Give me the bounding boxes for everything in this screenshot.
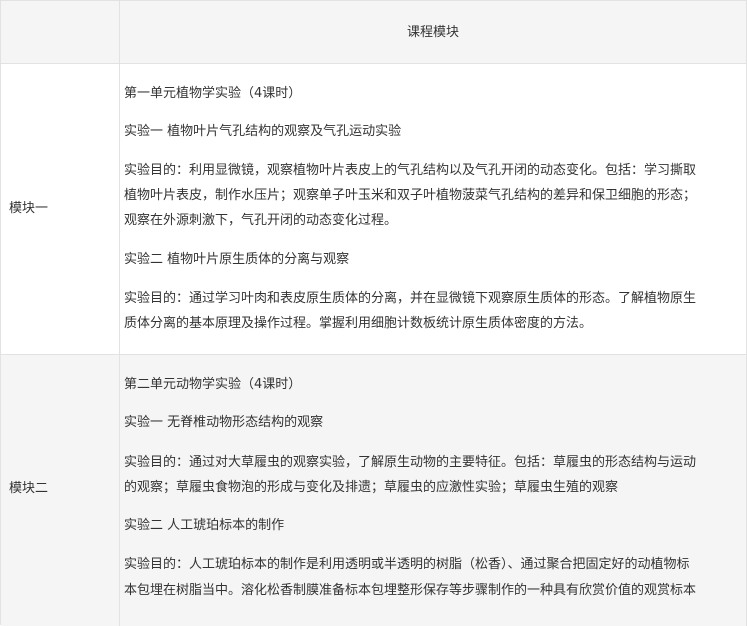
m1-experiment-1-title: 实验一 植物叶片气孔结构的观察及气孔运动实验 — [124, 124, 402, 139]
module-2-label-cell: 模块二 — [1, 355, 120, 626]
header-left-cell — [1, 1, 120, 63]
m2-experiment-1-purpose-line-1: 实验目的：通过对大草履虫的观察实验，了解原生动物的主要特征。包括：草履虫的形态结… — [124, 455, 697, 470]
unit-2-title: 第二单元动物学实验（4课时） — [124, 377, 302, 392]
m1-experiment-1-purpose-line-1: 实验目的：利用显微镜，观察植物叶片表皮上的气孔结构以及气孔开闭的动态变化。包括：… — [124, 163, 697, 178]
m2-experiment-1-purpose-line-2: 的观察；草履虫食物泡的形成与变化及排遗；草履虫的应激性实验；草履虫生殖的观察 — [124, 480, 619, 495]
m1-experiment-1-purpose-line-2: 植物叶片表皮，制作水压片；观察单子叶玉米和双子叶植物菠菜气孔结构的差异和保卫细胞… — [124, 188, 697, 203]
table-row-module-1: 模块一 第一单元植物学实验（4课时） 实验一 植物叶片气孔结构的观察及气孔运动实… — [1, 64, 747, 355]
m1-experiment-2-purpose-line-1: 实验目的：通过学习叶肉和表皮原生质体的分离，并在显微镜下观察原生质体的形态。了解… — [124, 291, 697, 306]
course-table: 课程模块 模块一 第一单元植物学实验（4课时） 实验一 植物叶片气孔结构的观察及… — [0, 0, 747, 626]
header-course-module: 课程模块 — [406, 25, 459, 40]
m1-experiment-2-title: 实验二 植物叶片原生质体的分离与观察 — [124, 252, 350, 267]
m2-experiment-2-title: 实验二 人工琥珀标本的制作 — [124, 518, 285, 533]
table-header-row: 课程模块 — [1, 1, 747, 64]
module-1-label: 模块一 — [9, 201, 49, 216]
table-row-module-2: 模块二 第二单元动物学实验（4课时） 实验一 无脊椎动物形态结构的观察 实验目的… — [1, 355, 747, 626]
m1-experiment-1-purpose-line-3: 观察在外源刺激下，气孔开闭的动态变化过程。 — [124, 213, 398, 228]
m2-experiment-2-purpose-line-1: 实验目的：人工琥珀标本的制作是利用透明或半透明的树脂（松香）、通过聚合把固定好的… — [124, 557, 690, 572]
m2-experiment-2-purpose-line-2: 本包埋在树脂当中。溶化松香制膜准备标本包埋整形保存等步骤制作的一种具有欣赏价值的… — [124, 583, 697, 598]
module-2-label: 模块二 — [9, 481, 49, 496]
header-right-cell: 课程模块 — [120, 1, 747, 63]
module-1-label-cell: 模块一 — [1, 64, 120, 354]
module-1-content-cell: 第一单元植物学实验（4课时） 实验一 植物叶片气孔结构的观察及气孔运动实验 实验… — [120, 64, 747, 354]
m2-experiment-1-title: 实验一 无脊椎动物形态结构的观察 — [124, 415, 324, 430]
m1-experiment-2-purpose-line-2: 质体分离的基本原理及操作过程。掌握利用细胞计数板统计原生质体密度的方法。 — [124, 316, 593, 331]
unit-1-title: 第一单元植物学实验（4课时） — [124, 86, 302, 101]
module-2-content-cell: 第二单元动物学实验（4课时） 实验一 无脊椎动物形态结构的观察 实验目的：通过对… — [120, 355, 747, 626]
